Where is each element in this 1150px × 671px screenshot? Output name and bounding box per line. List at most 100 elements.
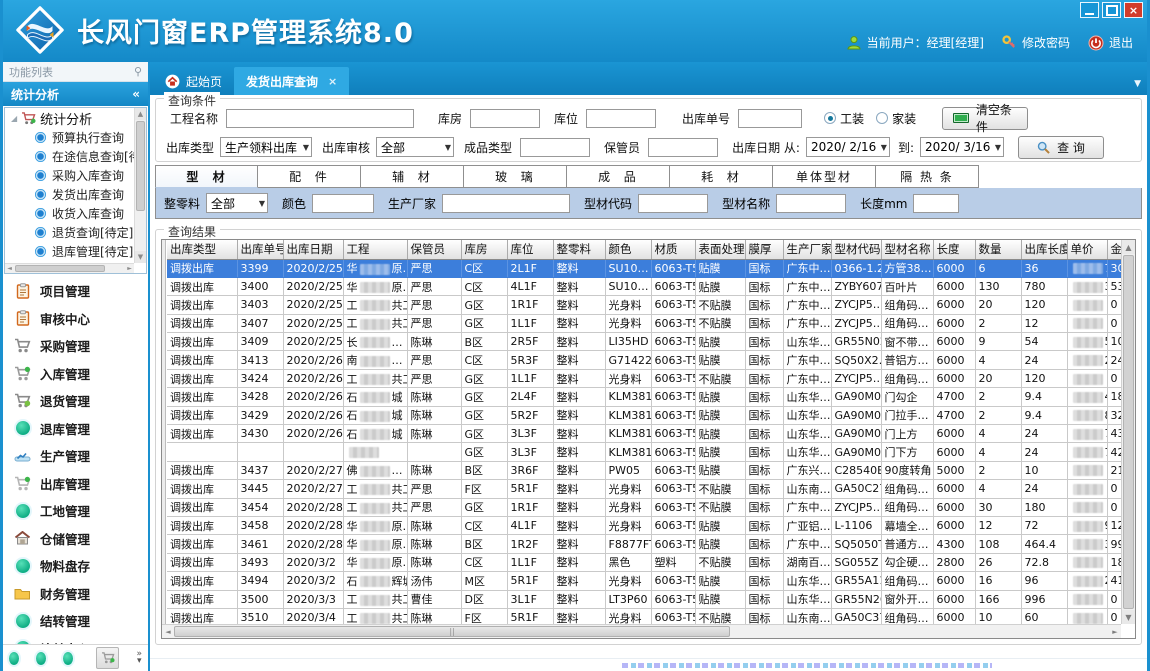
sidebar-item-补单中心[interactable]: 补单中心 [3, 635, 148, 645]
scroll-thumb[interactable] [174, 626, 730, 637]
table-row[interactable]: 调拨出库34372020/2/27佛…陈琳B区3R6F整料PW056063-T5… [167, 461, 1121, 479]
date-from-picker[interactable]: 2020/ 2/16▼ [806, 137, 890, 157]
table-row[interactable]: 调拨出库34072020/2/25工共工程严思G区1L1F整料光身料6063-T… [167, 314, 1121, 332]
sidebar-item-仓储管理[interactable]: 仓储管理 [3, 525, 148, 553]
column-header[interactable]: 生产厂家 [783, 240, 831, 259]
scroll-up-icon[interactable]: ▲ [135, 108, 146, 120]
close-button[interactable]: × [1124, 2, 1143, 18]
tree-item[interactable]: 收货入库查询 [5, 204, 134, 223]
stats-panel-button[interactable] [96, 647, 120, 669]
tab-close-icon[interactable]: × [328, 75, 337, 88]
column-header[interactable]: 膜厚 [745, 240, 783, 259]
material-tab-单体型材[interactable]: 单体型材 [773, 165, 876, 188]
scroll-down-icon[interactable]: ▼ [1122, 610, 1135, 624]
column-header[interactable]: 保管员 [407, 240, 461, 259]
material-tab-玻璃[interactable]: 玻 璃 [464, 165, 567, 188]
material-tab-隔热条[interactable]: 隔 热 条 [876, 165, 979, 188]
sidebar-item-生产管理[interactable]: 生产管理 [3, 442, 148, 470]
column-header[interactable]: 颜色 [605, 240, 651, 259]
column-header[interactable]: 整零料 [553, 240, 605, 259]
column-header[interactable]: 库位 [507, 240, 553, 259]
sidebar-item-入库管理[interactable]: 入库管理 [3, 360, 148, 388]
material-tab-型材[interactable]: 型 材 [155, 165, 258, 188]
warehouse-input[interactable] [470, 109, 540, 128]
table-row[interactable]: 调拨出库34132020/2/26南…严思C区5R3F整料G714226063-… [167, 351, 1121, 369]
whole-part-combo[interactable]: 全部▼ [206, 193, 268, 213]
grid-vertical-scrollbar[interactable]: ▲ ▼ [1121, 240, 1135, 624]
search-button[interactable]: 查 询 [1018, 136, 1104, 159]
audit-combo[interactable]: 全部▼ [376, 137, 454, 157]
color-input[interactable] [312, 194, 374, 213]
column-header[interactable]: 工程 [343, 240, 407, 259]
profile-code-input[interactable] [638, 194, 708, 213]
radio-unselected-icon[interactable] [876, 112, 888, 124]
material-tab-辅材[interactable]: 辅 材 [361, 165, 464, 188]
tree-item[interactable]: 退货查询[待定] [5, 223, 134, 242]
table-row[interactable]: 调拨出库34002020/2/25华原…严思C区4L1F整料SU10…6063-… [167, 277, 1121, 295]
scroll-thumb[interactable] [15, 265, 105, 272]
tree-item[interactable]: 退库管理[待定] [5, 242, 134, 261]
scroll-left-icon[interactable]: ◄ [162, 625, 174, 638]
teal-circle-icon[interactable] [9, 652, 19, 665]
order-no-input[interactable] [738, 109, 802, 128]
sidebar-item-工地管理[interactable]: 工地管理 [3, 497, 148, 525]
table-row[interactable]: 调拨出库34242020/2/26工共工程严思G区1L1F整料光身料6063-T… [167, 369, 1121, 387]
minimize-button[interactable] [1080, 2, 1099, 18]
overflow-chevron-icon[interactable]: »▾ [136, 651, 142, 665]
table-row[interactable]: 调拨出库34282020/2/26石城陈琳G区2L4F整料KLM38176063… [167, 388, 1121, 406]
logout[interactable]: 退出 [1088, 34, 1133, 51]
table-row[interactable]: G区3L3F整料KLM38176063-T5贴膜国标山东华…GA90M09…门下… [167, 443, 1121, 461]
table-row[interactable]: 调拨出库35102020/3/4工共工程陈琳F区5R1F整料光身料6063-T5… [167, 608, 1121, 624]
table-row[interactable]: 调拨出库34452020/2/27工共工程严思F区5R1F整料光身料6063-T… [167, 480, 1121, 498]
table-row[interactable]: 调拨出库34032020/2/25工共工程严思G区1R1F整料光身料6063-T… [167, 296, 1121, 314]
scroll-right-icon[interactable]: ► [1109, 625, 1121, 638]
column-header[interactable]: 表面处理 [695, 240, 745, 259]
date-to-picker[interactable]: 2020/ 3/16▼ [920, 137, 1004, 157]
project-name-input[interactable] [226, 109, 414, 128]
tree-item[interactable]: 在途信息查询[待 [5, 147, 134, 166]
sidebar-item-项目管理[interactable]: 项目管理 [3, 277, 148, 305]
table-row[interactable]: 调拨出库34942020/3/2石辉城汤伟M区5R1F整料光身料6063-T5贴… [167, 572, 1121, 590]
out-type-combo[interactable]: 生产领料出库▼ [220, 137, 312, 157]
sidebar-item-审核中心[interactable]: 审核中心 [3, 305, 148, 333]
material-tab-配件[interactable]: 配 件 [258, 165, 361, 188]
radio-industrial[interactable]: 工装 [824, 110, 864, 127]
grid-horizontal-scrollbar[interactable]: ◄ ► [162, 624, 1121, 638]
tree-horizontal-scrollbar[interactable]: ◄ ► [5, 263, 134, 273]
column-header[interactable]: 长度 [933, 240, 975, 259]
sidebar-item-财务管理[interactable]: 财务管理 [3, 580, 148, 608]
radio-home[interactable]: 家装 [876, 110, 916, 127]
table-row[interactable]: 调拨出库33992020/2/25华原…严思C区2L1F整料SU10…6063-… [167, 259, 1121, 277]
table-row[interactable]: 调拨出库34302020/2/26石城陈琳G区3L3F整料KLM38176063… [167, 425, 1121, 443]
teal-circle-icon[interactable] [63, 652, 73, 665]
collapse-icon[interactable]: « [132, 87, 140, 101]
profile-name-input[interactable] [776, 194, 846, 213]
tab-home[interactable]: 起始页 [153, 67, 234, 95]
scroll-right-icon[interactable]: ► [125, 264, 134, 273]
tree-item[interactable]: 采购入库查询 [5, 166, 134, 185]
column-header[interactable]: 材质 [651, 240, 695, 259]
keeper-input[interactable] [648, 138, 718, 157]
material-tab-耗材[interactable]: 耗 材 [670, 165, 773, 188]
length-input[interactable] [913, 194, 959, 213]
clear-conditions-button[interactable]: 清空条件 [942, 107, 1028, 130]
scroll-left-icon[interactable]: ◄ [5, 264, 14, 273]
column-header[interactable]: 金额 [1107, 240, 1121, 259]
maximize-button[interactable] [1102, 2, 1121, 18]
sidebar-item-物料盘存[interactable]: 物料盘存 [3, 552, 148, 580]
tree-expander-icon[interactable]: ◢ [11, 114, 17, 123]
column-header[interactable]: 出库单号 [237, 240, 283, 259]
tree-item[interactable]: 预算执行查询 [5, 128, 134, 147]
sidebar-item-退库管理[interactable]: 退库管理 [3, 415, 148, 443]
table-row[interactable]: 调拨出库34582020/2/28华原…陈琳C区4L1F整料光身料6063-T5… [167, 516, 1121, 534]
tab-shipping-query[interactable]: 发货出库查询 × [234, 67, 349, 95]
product-type-input[interactable] [520, 138, 590, 157]
material-tab-成品[interactable]: 成 品 [567, 165, 670, 188]
tree-root-node[interactable]: ◢ 统计分析 [5, 108, 134, 128]
location-input[interactable] [586, 109, 656, 128]
teal-circle-icon[interactable] [36, 652, 46, 665]
table-row[interactable]: 调拨出库35002020/3/3工共工程曹佳D区3L1F整料LT3P606063… [167, 590, 1121, 608]
column-header[interactable]: 数量 [975, 240, 1021, 259]
table-row[interactable]: 调拨出库34932020/3/2华原…陈琳C区1L1F整料黑色塑料不贴膜国标湖南… [167, 553, 1121, 571]
scroll-thumb[interactable] [136, 121, 145, 211]
